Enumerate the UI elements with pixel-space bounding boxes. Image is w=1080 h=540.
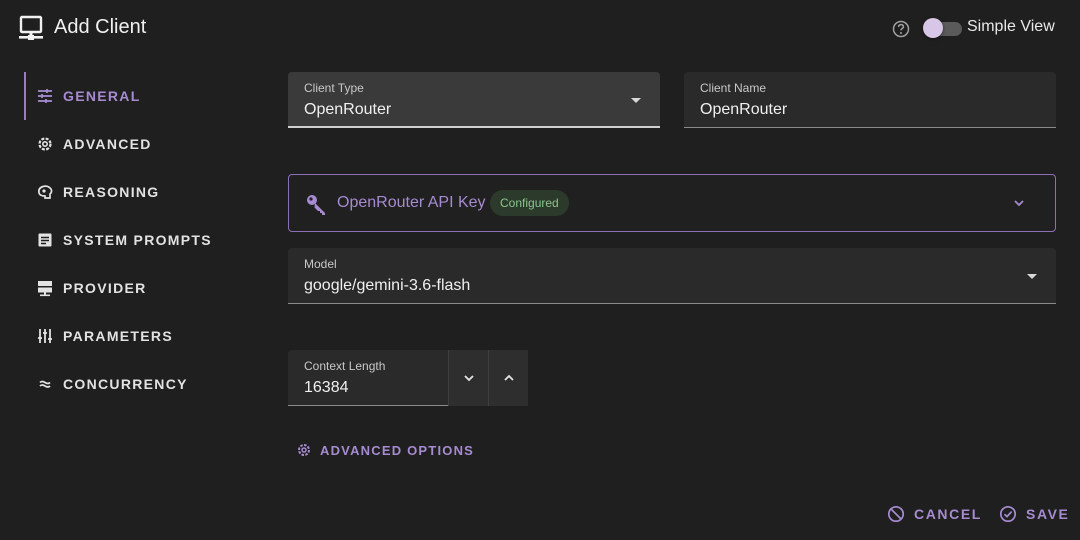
- client-type-value: OpenRouter: [304, 101, 392, 118]
- save-label: Save: [1026, 506, 1070, 522]
- sidebar-item-label: Provider: [63, 280, 147, 296]
- decrement-button[interactable]: [448, 350, 488, 406]
- client-name-value: OpenRouter: [700, 101, 788, 118]
- context-length-field: Context Length 16384: [288, 350, 528, 406]
- model-value: google/gemini-3.6-flash: [304, 277, 471, 294]
- server-icon: [36, 279, 54, 297]
- cancel-icon: [887, 505, 905, 523]
- toggle-thumb: [923, 18, 943, 38]
- gear-icon: [36, 135, 54, 153]
- chevron-down-icon: [463, 375, 474, 382]
- client-name-label: Client Name: [700, 81, 767, 95]
- chevron-down-icon: [1014, 200, 1024, 207]
- help-icon[interactable]: [891, 19, 911, 39]
- document-icon: [36, 231, 54, 249]
- model-select[interactable]: Model google/gemini-3.6-flash: [288, 248, 1056, 304]
- advanced-options-label: Advanced Options: [320, 442, 475, 458]
- dropdown-arrow-icon: [631, 98, 641, 103]
- status-badge: Configured: [490, 190, 569, 216]
- sidebar-item-label: Reasoning: [63, 184, 160, 200]
- model-label: Model: [304, 257, 337, 271]
- sidebar-item-label: General: [63, 88, 141, 104]
- sidebar-item-label: System Prompts: [63, 232, 212, 248]
- add-client-dialog: Add Client Simple View General Advanced: [0, 0, 1080, 540]
- api-key-label: OpenRouter API Key: [337, 194, 486, 211]
- tune-icon: [36, 327, 54, 345]
- client-type-label: Client Type: [304, 81, 364, 95]
- context-length-input[interactable]: Context Length 16384: [288, 350, 448, 406]
- simple-view-toggle[interactable]: [922, 17, 962, 39]
- dialog-header: Add Client Simple View: [0, 0, 1080, 56]
- dialog-title: Add Client: [54, 16, 147, 38]
- dropdown-arrow-icon: [1027, 274, 1037, 279]
- gear-icon: [298, 444, 310, 456]
- sidebar-item-provider[interactable]: Provider: [24, 264, 264, 312]
- api-key-panel[interactable]: OpenRouter API Key Configured: [288, 174, 1056, 232]
- client-name-field[interactable]: Client Name OpenRouter: [684, 72, 1056, 128]
- monitor-network-icon: [19, 15, 43, 40]
- sidebar-item-parameters[interactable]: Parameters: [24, 312, 264, 360]
- sliders-icon: [36, 87, 54, 105]
- client-type-select[interactable]: Client Type OpenRouter: [288, 72, 660, 128]
- simple-view-label: Simple View: [967, 18, 1055, 35]
- sidebar-item-system-prompts[interactable]: System Prompts: [24, 216, 264, 264]
- sidebar-item-label: Advanced: [63, 136, 152, 152]
- advanced-options-button[interactable]: Advanced Options: [296, 440, 474, 460]
- sidebar-item-concurrency[interactable]: Concurrency: [24, 360, 264, 408]
- check-circle-icon: [999, 505, 1017, 523]
- save-button[interactable]: Save: [999, 503, 1070, 525]
- sidebar-item-advanced[interactable]: Advanced: [24, 120, 264, 168]
- increment-button[interactable]: [488, 350, 528, 406]
- context-length-label: Context Length: [304, 359, 386, 373]
- sidebar-item-general[interactable]: General: [24, 72, 264, 120]
- key-icon: [307, 195, 325, 215]
- settings-sidebar: General Advanced Reasoning System Prompt…: [24, 72, 264, 408]
- sidebar-item-label: Parameters: [63, 328, 173, 344]
- chevron-up-icon: [503, 374, 514, 381]
- sidebar-item-label: Concurrency: [63, 376, 188, 392]
- brain-icon: [36, 183, 54, 201]
- cancel-button[interactable]: Cancel: [887, 503, 982, 525]
- sidebar-item-reasoning[interactable]: Reasoning: [24, 168, 264, 216]
- cancel-label: Cancel: [914, 506, 982, 522]
- approx-icon: [36, 375, 54, 393]
- context-length-value: 16384: [304, 379, 349, 396]
